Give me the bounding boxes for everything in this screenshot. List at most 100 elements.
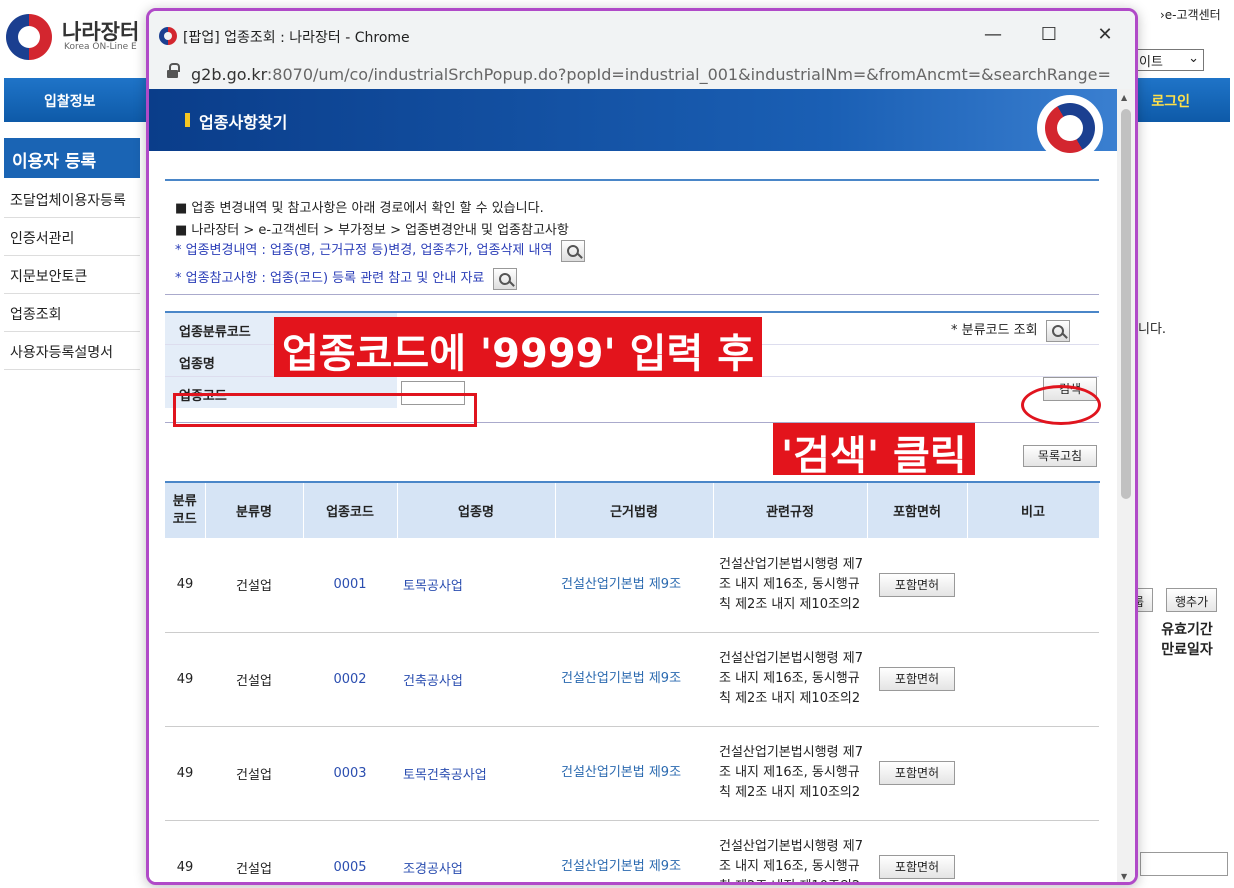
code-highlight-box [173, 393, 477, 427]
law-link[interactable]: 건설산업기본법 제9조 [555, 632, 713, 727]
window-titlebar: [팝업] 업종조회 : 나라장터 - Chrome — ☐ ✕ [149, 11, 1135, 59]
industry-name-link[interactable]: 토목건축공사업 [397, 726, 555, 821]
note-cell [967, 632, 1099, 727]
license-cell: 포함면허 [867, 538, 967, 633]
class-code-cell: 49 [165, 632, 205, 727]
add-row-button[interactable]: 행추가 [1166, 588, 1218, 612]
search-icon[interactable] [560, 239, 585, 262]
popup-window: [팝업] 업종조회 : 나라장터 - Chrome — ☐ ✕ g2b.go.k… [146, 8, 1138, 885]
license-cell: 포함면허 [867, 820, 967, 882]
table-row: 49 건설업 0003 토목건축공사업 건설산업기본법 제9조 건설산업기본법시… [165, 726, 1099, 821]
expiry-date-header: 유효기간 만료일자 [1161, 622, 1213, 658]
search-icon[interactable] [1045, 319, 1070, 342]
government-emblem-icon [1037, 95, 1103, 161]
reference-link[interactable]: * 업종참고사항 : 업종(코드) 등록 관련 참고 및 안내 자료 [175, 271, 484, 286]
class-name-cell: 건설업 [205, 820, 303, 882]
class-code-lookup: * 분류코드 조회 [951, 319, 1070, 342]
license-cell: 포함면허 [867, 726, 967, 821]
table-row: 49 건설업 0001 토목공사업 건설산업기본법 제9조 건설산업기본법시행령… [165, 538, 1099, 633]
table-row: 49 건설업 0005 조경공사업 건설산업기본법 제9조 건설산업기본법시행령… [165, 820, 1099, 882]
class-name-cell: 건설업 [205, 632, 303, 727]
popup-content: 업종사항찾기 ■ 업종 변경내역 및 참고사항은 아래 경로에서 확인 할 수 … [149, 89, 1117, 882]
industry-code-link[interactable]: 0005 [303, 820, 397, 882]
table-row: 49 건설업 0002 건축공사업 건설산업기본법 제9조 건설산업기본법시행령… [165, 632, 1099, 727]
license-button[interactable]: 포함면허 [879, 572, 955, 597]
law-link[interactable]: 건설산업기본법 제9조 [555, 538, 713, 633]
brand-subtitle: Korea ON-Line E [64, 42, 137, 52]
col-class-name: 분류명 [205, 481, 304, 538]
class-code-cell: 49 [165, 538, 205, 633]
industry-code-link[interactable]: 0003 [303, 726, 397, 821]
change-history-link[interactable]: * 업종변경내역 : 업종(명, 근거규정 등)변경, 업종추가, 업종삭제 내… [175, 243, 552, 258]
nav-bid-info[interactable]: 입찰정보 [44, 91, 96, 111]
change-history-row: * 업종변경내역 : 업종(명, 근거규정 등)변경, 업종추가, 업종삭제 내… [175, 239, 585, 262]
license-button[interactable]: 포함면허 [879, 855, 955, 879]
regulation-cell: 건설산업기본법시행령 제7조 내지 제16조, 동시행규칙 제2조 내지 제10… [713, 726, 867, 821]
login-link[interactable]: 로그인 [1151, 91, 1190, 111]
sidebar-item-fingerprint-token[interactable]: 지문보안토큰 [4, 256, 140, 294]
license-button[interactable]: 포함면허 [879, 761, 955, 785]
instruction-banner-2: '검색' 클릭 [773, 423, 975, 479]
url-path: :8070/um/co/industrialSrchPopup.do?popId… [266, 65, 1111, 84]
logo-icon [6, 14, 52, 60]
url-host: g2b.go.kr [191, 65, 267, 84]
sidebar-item-industry-lookup[interactable]: 업종조회 [4, 294, 140, 332]
customer-center-link[interactable]: ›e-고객센터 [1160, 6, 1221, 23]
scroll-thumb[interactable] [1121, 109, 1131, 499]
note-cell [967, 538, 1099, 633]
col-industry-code: 업종코드 [303, 481, 398, 538]
sidebar-title: 이용자 등록 [4, 138, 140, 178]
info-line-2: ■ 나라장터 > e-고객센터 > 부가정보 > 업종변경안내 및 업종참고사항 [175, 223, 569, 238]
page-title: 업종사항찾기 [199, 113, 288, 132]
scroll-down-icon[interactable]: ▼ [1121, 872, 1127, 881]
col-industry-name: 업종명 [397, 481, 556, 538]
background-input[interactable] [1140, 852, 1228, 876]
vertical-scrollbar[interactable]: ▲ ▼ [1117, 89, 1135, 882]
info-box: ■ 업종 변경내역 및 참고사항은 아래 경로에서 확인 할 수 있습니다. ■… [165, 179, 1099, 295]
reference-row: * 업종참고사항 : 업종(코드) 등록 관련 참고 및 안내 자료 [175, 267, 517, 290]
site-select-value: 이트 [1139, 55, 1163, 70]
industry-code-link[interactable]: 0002 [303, 632, 397, 727]
col-law: 근거법령 [555, 481, 714, 538]
close-button[interactable]: ✕ [1085, 21, 1125, 49]
address-bar[interactable]: g2b.go.kr:8070/um/co/industrialSrchPopup… [149, 59, 1135, 89]
sidebar-item-supplier-register[interactable]: 조달업체이용자등록 [4, 180, 140, 218]
site-select[interactable]: 이트 ⌄ [1134, 49, 1204, 71]
chrome-app-icon [159, 27, 177, 45]
license-cell: 포함면허 [867, 632, 967, 727]
class-code-cell: 49 [165, 820, 205, 882]
window-title: [팝업] 업종조회 : 나라장터 - Chrome [183, 30, 410, 46]
class-code-lookup-label: * 분류코드 조회 [951, 323, 1038, 338]
col-class-code: 분류 코드 [165, 481, 206, 538]
industry-code-link[interactable]: 0001 [303, 538, 397, 633]
background-text: 니다. [1138, 322, 1167, 337]
industry-name-link[interactable]: 조경공사업 [397, 820, 555, 882]
url-text[interactable]: g2b.go.kr:8070/um/co/industrialSrchPopup… [191, 65, 1111, 84]
note-cell [967, 820, 1099, 882]
lock-icon [167, 63, 180, 79]
search-icon[interactable] [492, 267, 517, 290]
industry-table: 분류 코드 분류명 업종코드 업종명 근거법령 관련규정 포함면허 비고 49 … [165, 481, 1100, 882]
title-marker [185, 113, 190, 127]
sidebar-item-certificate[interactable]: 인증서관리 [4, 218, 140, 256]
regulation-cell: 건설산업기본법시행령 제7조 내지 제16조, 동시행규칙 제2조 내지 제10… [713, 820, 867, 882]
law-link[interactable]: 건설산업기본법 제9조 [555, 726, 713, 821]
col-license: 포함면허 [867, 481, 968, 538]
note-cell [967, 726, 1099, 821]
refresh-list-button[interactable]: 목록고침 [1023, 445, 1097, 467]
license-button[interactable]: 포함면허 [879, 667, 955, 691]
class-code-cell: 49 [165, 726, 205, 821]
industry-name-link[interactable]: 토목공사업 [397, 538, 555, 633]
maximize-button[interactable]: ☐ [1029, 21, 1069, 49]
class-name-cell: 건설업 [205, 726, 303, 821]
sidebar-item-user-manual[interactable]: 사용자등록설명서 [4, 332, 140, 370]
minimize-button[interactable]: — [973, 21, 1013, 49]
class-name-cell: 건설업 [205, 538, 303, 633]
table-header-row: 분류 코드 분류명 업종코드 업종명 근거법령 관련규정 포함면허 비고 [165, 481, 1100, 538]
law-link[interactable]: 건설산업기본법 제9조 [555, 820, 713, 882]
industry-name-link[interactable]: 건축공사업 [397, 632, 555, 727]
instruction-banner-1: 업종코드에 '9999' 입력 후 [274, 317, 762, 377]
search-highlight-oval [1021, 385, 1101, 425]
col-regulation: 관련규정 [713, 481, 868, 538]
scroll-up-icon[interactable]: ▲ [1121, 93, 1127, 102]
